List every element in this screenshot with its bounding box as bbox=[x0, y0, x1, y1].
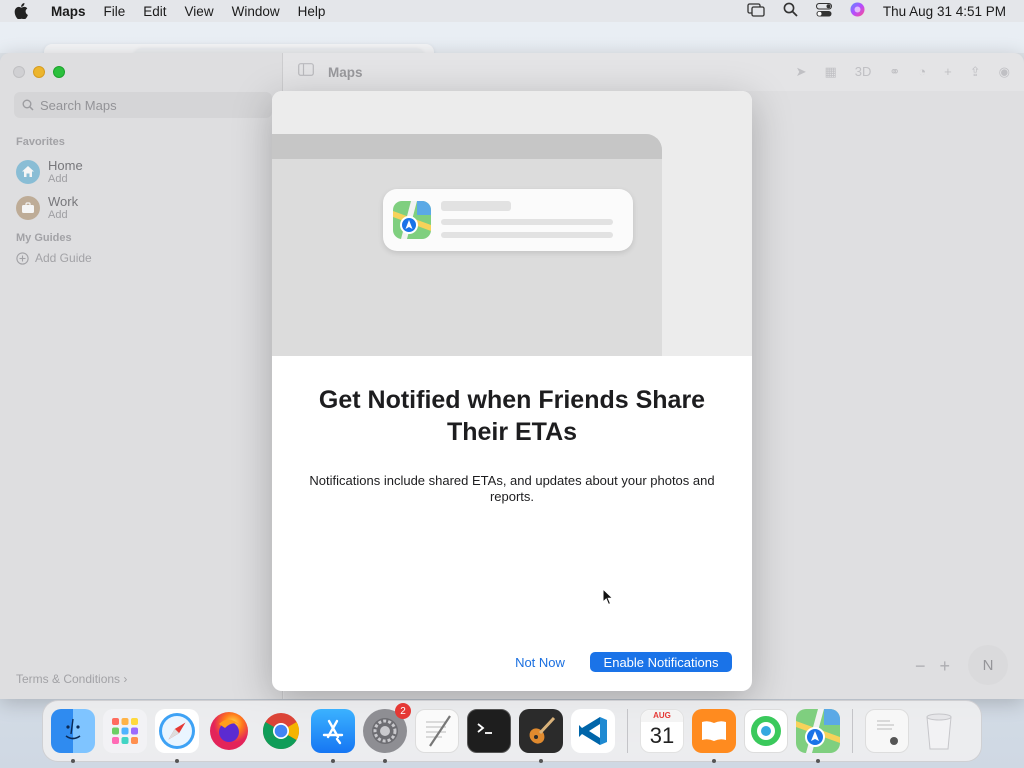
find-my-icon bbox=[744, 709, 788, 753]
not-now-button[interactable]: Not Now bbox=[508, 652, 572, 672]
textedit-icon bbox=[415, 709, 459, 753]
placeholder-line bbox=[441, 201, 511, 211]
apple-menu-icon[interactable] bbox=[0, 3, 42, 19]
firefox-icon bbox=[207, 709, 251, 753]
dock-books[interactable] bbox=[690, 707, 738, 763]
notification-badge: 2 bbox=[395, 703, 411, 719]
book-icon bbox=[692, 709, 736, 753]
running-indicator bbox=[539, 759, 543, 763]
app-store-icon bbox=[311, 709, 355, 753]
dock-trash[interactable] bbox=[915, 707, 963, 755]
maps-icon bbox=[796, 709, 840, 753]
dock-launchpad[interactable] bbox=[101, 707, 149, 755]
dock-app-store[interactable] bbox=[309, 707, 357, 763]
spotlight-search-icon[interactable] bbox=[783, 2, 798, 20]
safari-icon bbox=[155, 709, 199, 753]
menu-window[interactable]: Window bbox=[223, 4, 289, 19]
placeholder-line bbox=[441, 219, 613, 225]
dock-vscode[interactable] bbox=[569, 707, 617, 755]
mouse-cursor-icon bbox=[602, 587, 614, 611]
notification-illustration bbox=[272, 91, 752, 356]
running-indicator bbox=[816, 759, 820, 763]
dock-preview[interactable] bbox=[863, 707, 911, 755]
chrome-icon bbox=[259, 709, 303, 753]
running-indicator bbox=[71, 759, 75, 763]
vscode-icon bbox=[571, 709, 615, 753]
dock-finder[interactable] bbox=[49, 707, 97, 763]
calendar-day: 31 bbox=[649, 723, 675, 748]
dock-terminal[interactable] bbox=[465, 707, 513, 755]
dock-separator bbox=[627, 709, 628, 753]
dock-system-settings[interactable]: 2 bbox=[361, 703, 411, 763]
launchpad-icon bbox=[103, 709, 147, 753]
dock-calendar[interactable]: AUG 31 bbox=[638, 707, 686, 755]
placeholder-line bbox=[441, 232, 613, 238]
terminal-icon bbox=[467, 709, 511, 753]
dialog-title: Get Notified when Friends Share Their ET… bbox=[318, 386, 706, 446]
dock-textedit[interactable] bbox=[413, 707, 461, 755]
dialog-body: Notifications include shared ETAs, and u… bbox=[309, 473, 715, 504]
illustration-titlebar bbox=[272, 134, 662, 159]
dock: 2 AUG 31 bbox=[42, 700, 982, 763]
calendar-icon: AUG 31 bbox=[640, 709, 684, 753]
siri-icon[interactable] bbox=[850, 2, 865, 20]
illustration-notification bbox=[383, 189, 633, 251]
finder-icon bbox=[51, 709, 95, 753]
menu-help[interactable]: Help bbox=[289, 4, 335, 19]
menu-file[interactable]: File bbox=[95, 4, 135, 19]
control-center-icon[interactable] bbox=[815, 2, 832, 20]
dock-safari[interactable] bbox=[153, 707, 201, 763]
screen-mirroring-icon[interactable] bbox=[747, 2, 765, 20]
menubar-clock[interactable]: Thu Aug 31 4:51 PM bbox=[883, 4, 1006, 19]
trash-icon bbox=[917, 709, 961, 753]
dock-find-my[interactable] bbox=[742, 707, 790, 755]
dock-maps[interactable] bbox=[794, 707, 842, 763]
running-indicator bbox=[383, 759, 387, 763]
running-indicator bbox=[712, 759, 716, 763]
maps-app-icon bbox=[393, 201, 431, 239]
dock-garageband[interactable] bbox=[517, 707, 565, 763]
menu-bar: Maps File Edit View Window Help Thu Aug … bbox=[0, 0, 1024, 22]
notification-dialog: Get Notified when Friends Share Their ET… bbox=[272, 91, 752, 691]
guitar-icon bbox=[519, 709, 563, 753]
menu-edit[interactable]: Edit bbox=[134, 4, 175, 19]
document-icon bbox=[865, 709, 909, 753]
running-indicator bbox=[331, 759, 335, 763]
dock-firefox[interactable] bbox=[205, 707, 253, 755]
dock-separator bbox=[852, 709, 853, 753]
enable-notifications-button[interactable]: Enable Notifications bbox=[590, 652, 732, 672]
running-indicator bbox=[175, 759, 179, 763]
calendar-month: AUG bbox=[641, 710, 683, 722]
menu-view[interactable]: View bbox=[176, 4, 223, 19]
menu-app-name[interactable]: Maps bbox=[42, 4, 95, 19]
dock-chrome[interactable] bbox=[257, 707, 305, 755]
